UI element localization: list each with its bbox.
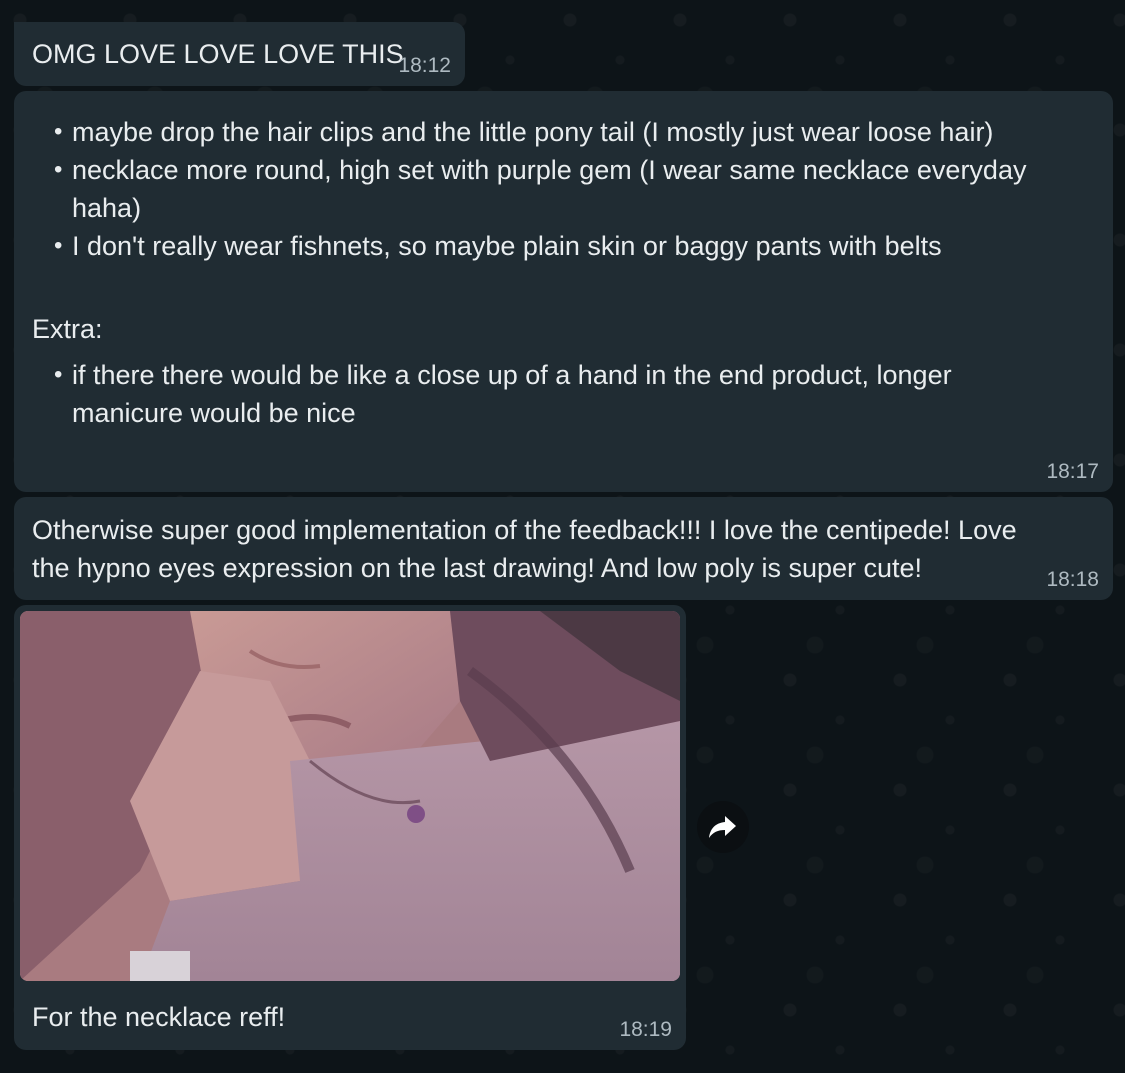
forward-arrow-icon <box>709 816 736 838</box>
message-time-4: 18:19 <box>619 1018 672 1041</box>
feedback-list: maybe drop the hair clips and the little… <box>32 113 1092 265</box>
message-text-3: Otherwise super good implementation of t… <box>32 515 1017 583</box>
message-bubble-1[interactable]: OMG LOVE LOVE LOVE THIS 18:12 <box>14 22 465 86</box>
forward-button[interactable] <box>697 801 749 853</box>
message-time-3: 18:18 <box>1046 568 1099 591</box>
message-content-2: maybe drop the hair clips and the little… <box>32 113 1092 432</box>
extra-heading: Extra: <box>32 314 103 344</box>
extra-list: if there there would be like a close up … <box>32 356 1092 432</box>
list-item: if there there would be like a close up … <box>32 356 1032 432</box>
message-time-2: 18:17 <box>1046 460 1099 483</box>
list-item: necklace more round, high set with purpl… <box>32 151 1092 227</box>
photo-image <box>20 611 680 981</box>
message-bubble-4[interactable]: For the necklace reff! 18:19 <box>14 605 686 1050</box>
list-item: I don't really wear fishnets, so maybe p… <box>32 227 1092 265</box>
list-item: maybe drop the hair clips and the little… <box>32 113 1092 151</box>
photo-attachment[interactable] <box>20 611 680 981</box>
message-text-1: OMG LOVE LOVE LOVE THIS <box>32 39 404 69</box>
message-bubble-3[interactable]: Otherwise super good implementation of t… <box>14 497 1113 600</box>
message-bubble-2[interactable]: maybe drop the hair clips and the little… <box>14 91 1113 492</box>
photo-caption: For the necklace reff! <box>32 1002 286 1032</box>
message-time-1: 18:12 <box>398 54 451 77</box>
